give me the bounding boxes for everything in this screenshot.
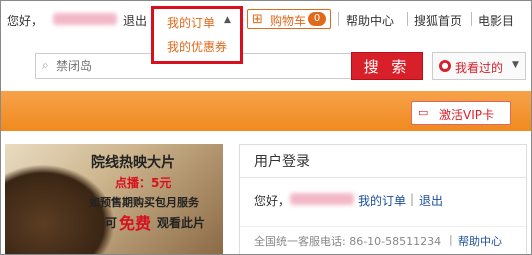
separator: | (410, 192, 415, 206)
menu-item-my-orders[interactable]: 我的订单 (167, 14, 215, 31)
page-frame: 您好， 退出 ⊞ 购物车 0 帮助中心 搜狐首页 电影目 我的订单 ▲ 我的优惠… (0, 0, 532, 255)
separator: | (449, 233, 453, 246)
help-center-link[interactable]: 帮助中心 (458, 233, 502, 249)
username-blurred (53, 13, 117, 25)
hotline-text: 全国统一客服电话: 86-10-58511234 (254, 235, 442, 248)
search-button[interactable]: 搜 索 (351, 52, 423, 80)
help-center-link[interactable]: 帮助中心 (346, 12, 394, 29)
login-title: 用户登录 (254, 154, 310, 170)
ad-price: 点播：5元 (115, 176, 172, 190)
user-login-panel: 用户登录 您好， 我的订单 | 退出 全国统一客服电话: 86-10-58511… (239, 144, 527, 254)
logout-link[interactable]: 退出 (419, 192, 443, 209)
vip-label: 激活VIP卡 (439, 108, 494, 122)
cart-button[interactable]: ⊞ 购物车 0 (247, 9, 331, 29)
history-icon: ● (439, 60, 451, 72)
ad-free-suffix: 观看此片 (157, 216, 206, 230)
ad-free-prefix: 可 (105, 216, 118, 230)
cart-count-badge: 0 (308, 12, 326, 26)
greeting-text: 您好， (7, 14, 44, 28)
divider (407, 12, 408, 26)
history-label: 我看过的 (455, 61, 504, 75)
activate-vip-button[interactable]: ▭ 激活VIP卡 (411, 101, 511, 125)
ad-title: 院线热映大片 (91, 155, 175, 171)
top-nav-bar: 您好， 退出 ⊞ 购物车 0 帮助中心 搜狐首页 电影目 (1, 1, 531, 39)
divider (338, 12, 339, 26)
search-icon: ⌕ (42, 58, 49, 72)
sohu-home-link[interactable]: 搜狐首页 (414, 12, 462, 29)
cart-label: 购物车 (270, 14, 307, 28)
logout-link[interactable]: 退出 (123, 12, 147, 29)
card-icon: ▭ (418, 106, 429, 119)
my-orders-link[interactable]: 我的订单 (358, 192, 406, 209)
ad-free-word: 免费 (119, 214, 152, 233)
caret-up-icon: ▲ (224, 15, 231, 25)
cart-icon: ⊞ (252, 12, 263, 27)
my-account-dropdown: 我的订单 ▲ 我的优惠券 (151, 6, 243, 64)
divider (240, 226, 526, 227)
ad-line3: 如预售期购买包月服务 (89, 196, 199, 209)
movie-ad-banner[interactable]: 院线热映大片 点播：5元 如预售期购买包月服务 可 免费 观看此片 (5, 144, 223, 254)
divider (471, 12, 472, 26)
chevron-down-icon: ▼ (512, 60, 519, 70)
menu-item-my-coupons[interactable]: 我的优惠券 (167, 38, 227, 55)
username-blurred (290, 193, 354, 205)
watch-history-dropdown[interactable]: ● 我看过的 ▼ (432, 52, 526, 80)
search-row: ⌕ 搜 索 ● 我看过的 ▼ (1, 39, 531, 89)
service-footer: 全国统一客服电话: 86-10-58511234 | 帮助中心 (240, 226, 526, 254)
movie-link[interactable]: 电影目 (478, 12, 514, 29)
login-greeting: 您好， (254, 194, 291, 208)
divider (240, 177, 526, 178)
